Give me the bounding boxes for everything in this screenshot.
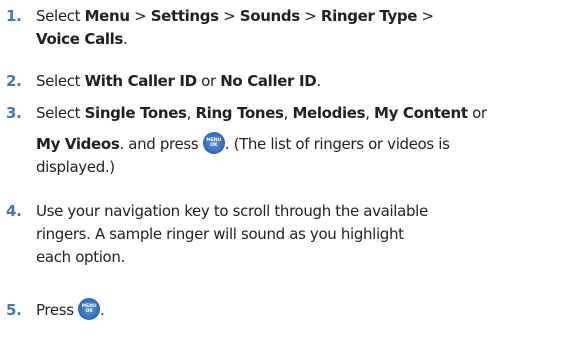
menu-term: Melodies xyxy=(292,104,366,122)
menu-term: My Content xyxy=(374,104,468,122)
step-line: Voice Calls. xyxy=(36,30,128,49)
step-text-segment: Press xyxy=(36,301,79,319)
step-line: Select With Caller ID or No Caller ID. xyxy=(36,72,321,91)
step-text-segment: ringers. A sample ringer will sound as y… xyxy=(36,225,404,243)
menu-term: Voice Calls xyxy=(36,30,124,48)
step-text-segment: > xyxy=(299,7,321,25)
step-text-segment: > xyxy=(218,7,240,25)
step-text-segment: each option. xyxy=(36,248,125,266)
step-number: 2. xyxy=(6,72,22,90)
step-text-segment: > xyxy=(129,7,151,25)
step-text-segment: or xyxy=(467,104,487,122)
step-line: each option. xyxy=(36,248,125,267)
key-label-ok: OK xyxy=(210,142,218,148)
instruction-page: 1. Select Menu > Settings > Sounds > Ring… xyxy=(0,0,584,340)
step-text-segment: . (The list of ringers or videos is xyxy=(224,135,450,153)
step-text-segment: . and press xyxy=(119,135,203,153)
step-number: 4. xyxy=(6,202,22,220)
menu-term: Single Tones xyxy=(84,104,187,122)
step-line: Select Single Tones, Ring Tones, Melodie… xyxy=(36,104,487,123)
step-text-segment: Use your navigation key to scroll throug… xyxy=(36,202,428,220)
step-number: 3. xyxy=(6,104,22,122)
menu-term: Settings xyxy=(150,7,219,25)
menu-term: Sounds xyxy=(239,7,300,25)
step-text-segment: Select xyxy=(36,104,85,122)
step-text-segment: > xyxy=(417,7,435,25)
step-text-segment: . xyxy=(123,30,128,48)
step-text-segment: . xyxy=(316,72,321,90)
menu-term: Ring Tones xyxy=(195,104,284,122)
menu-ok-key-icon: MENU OK xyxy=(202,131,225,154)
menu-ok-key-icon: MENU OK xyxy=(78,297,101,320)
step-text-segment: . xyxy=(100,301,105,319)
step-line: Use your navigation key to scroll throug… xyxy=(36,202,428,221)
menu-term: My Videos xyxy=(36,135,120,153)
step-line: Select Menu > Settings > Sounds > Ringer… xyxy=(36,7,434,26)
step-line: My Videos. and press MENU OK. (The list o… xyxy=(36,131,450,154)
menu-term: With Caller ID xyxy=(84,72,197,90)
step-text-segment: Select xyxy=(36,7,85,25)
step-text-segment: , xyxy=(365,104,375,122)
step-text-segment: or xyxy=(196,72,221,90)
step-number: 5. xyxy=(6,301,22,319)
step-number: 1. xyxy=(6,7,22,25)
step-line: Press MENU OK. xyxy=(36,297,105,320)
menu-term: Menu xyxy=(84,7,130,25)
step-line: displayed.) xyxy=(36,158,115,177)
step-line: ringers. A sample ringer will sound as y… xyxy=(36,225,404,244)
step-text-segment: Select xyxy=(36,72,85,90)
step-text-segment: displayed.) xyxy=(36,158,115,176)
menu-term: No Caller ID xyxy=(220,72,317,90)
key-label-ok: OK xyxy=(85,308,93,314)
menu-term: Ringer Type xyxy=(320,7,418,25)
